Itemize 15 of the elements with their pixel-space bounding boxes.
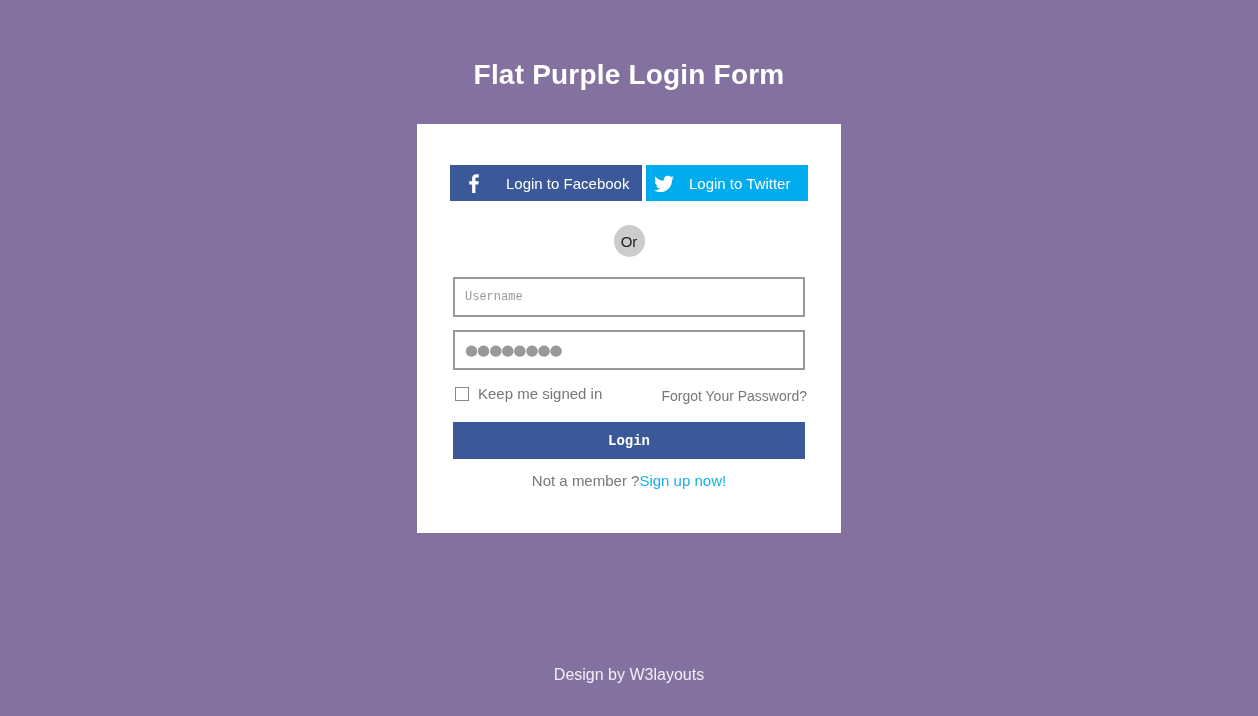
bird-icon bbox=[654, 174, 674, 192]
signup-prompt: Not a member ? bbox=[531, 472, 640, 489]
forgot-password-link[interactable]: Forgot Your Password? bbox=[661, 388, 807, 404]
footer-credit: Design by W3layouts bbox=[553, 666, 705, 684]
or-separator: Or bbox=[613, 225, 645, 257]
remember-label[interactable]: Keep me signed in bbox=[478, 385, 603, 402]
remember-checkbox[interactable] bbox=[455, 386, 469, 401]
page-title: Flat Purple Login Form bbox=[473, 58, 785, 92]
password-field[interactable]: ●●●●●●●● bbox=[453, 330, 805, 370]
login-button[interactable]: Login bbox=[453, 422, 805, 459]
letter-f-icon bbox=[469, 173, 479, 193]
signup-link[interactable]: Sign up now! bbox=[639, 472, 727, 489]
facebook-login-button[interactable]: Login to Facebook bbox=[450, 165, 642, 201]
username-field[interactable]: Username bbox=[453, 277, 805, 317]
twitter-login-button[interactable]: Login to Twitter bbox=[646, 165, 808, 201]
